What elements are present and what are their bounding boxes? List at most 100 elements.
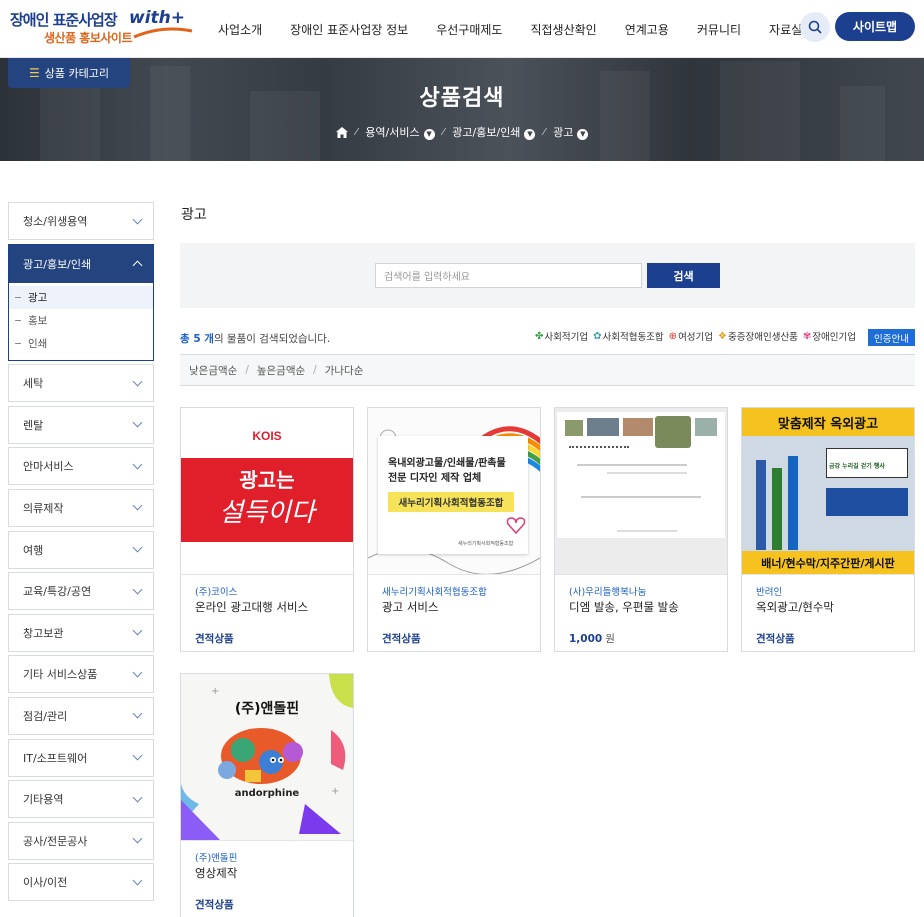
product-card[interactable]: (사)우리들행복나눔 디엠 발송, 우편물 발송 1,000 원 [554, 407, 728, 652]
sidebar-subitem[interactable]: 홍보 [9, 309, 153, 332]
sidebar-subitem[interactable]: 인쇄 [9, 332, 153, 355]
product-card[interactable]: + + (주)앤돌핀 andorphine (주)앤돌핀 영상제작 견적상품 [180, 673, 354, 917]
sort-option[interactable]: 낮은금액순 [189, 363, 237, 378]
logo-subtitle: 생산품 홍보사이트 [44, 31, 133, 45]
thumb-brand: KOIS [252, 429, 282, 443]
sidebar-item[interactable]: 교육/특강/공연 [8, 572, 154, 611]
sidebar-item-label: 청소/위생용역 [23, 215, 88, 228]
sidebar-item[interactable]: 기타용역 [8, 780, 154, 819]
sidebar-item-label: 창고보관 [23, 626, 64, 640]
product-company: 반려인 [756, 587, 783, 598]
product-price: 견적상품 [195, 631, 237, 646]
category-menu-label: 상품 카테고리 [44, 67, 109, 80]
thumb-pole [756, 460, 766, 550]
sidebar-item[interactable]: 청소/위생용역 [8, 202, 154, 240]
sidebar-subitem-label: 인쇄 [28, 337, 48, 350]
nav-item[interactable]: 사업소개 [204, 21, 276, 38]
nav-item[interactable]: 연계고용 [611, 21, 683, 38]
nav-item[interactable]: 장애인 표준사업장 정보 [276, 21, 422, 38]
sidebar-item[interactable]: 여행 [8, 530, 154, 569]
nav-item[interactable]: 우선구매제도 [422, 21, 516, 38]
chevron-down-icon [132, 417, 143, 428]
thumb-bottom-banner: 배너/현수막/지주간판/게시판 [742, 551, 914, 574]
sidebar-item-label: 의류제작 [23, 501, 64, 515]
product-thumbnail: 맞춤제작 옥외광고 금강 누리길 걷기 행사 배너/현수막/지주간판/게시판 [742, 408, 914, 575]
product-name: 온라인 광고대행 서비스 [195, 600, 309, 614]
chevron-down-icon [132, 214, 143, 224]
chevron-down-icon [132, 750, 143, 761]
sidebar-item[interactable]: 안마서비스 [8, 447, 154, 486]
site-logo[interactable]: 장애인 표준사업장 with+ 생산품 홍보사이트 [8, 8, 198, 49]
logo-brand: with+ [129, 8, 186, 28]
sidebar-item[interactable]: 창고보관 [8, 613, 154, 652]
category-menu-button[interactable]: ☰ 상품 카테고리 [8, 58, 130, 88]
sidebar-item-label: 안마서비스 [23, 460, 74, 474]
thumb-card: 옥내외광고물/인쇄물/판촉물 전문 디자인 제작 업체 새누리기획사회적협동조합… [378, 436, 528, 554]
sidebar-item-label: 교육/특강/공연 [23, 585, 92, 599]
home-icon[interactable] [335, 126, 348, 138]
sort-option[interactable]: 높은금액순 [257, 363, 305, 378]
thumb-slogan-1: 광고는 [239, 468, 295, 492]
thumb-photo [655, 416, 691, 448]
breadcrumb-separator: ⁄ [355, 126, 358, 138]
product-name: 광고 서비스 [382, 600, 439, 614]
certification-info-button[interactable]: 인증안내 [868, 329, 915, 346]
dash-icon [15, 319, 21, 321]
thumb-line1: 옥내외광고물/인쇄물/판촉물 [388, 458, 506, 469]
legend-label: 사회적기업 [544, 332, 589, 343]
sidebar-item[interactable]: 공사/전문공사 [8, 821, 154, 860]
thumb-slogan-2: 설득이다 [219, 498, 315, 528]
sort-option[interactable]: 가나다순 [325, 363, 364, 378]
chevron-down-icon [132, 708, 143, 719]
sidebar-submenu: 광고 홍보 인쇄 [9, 283, 153, 360]
thumb-line2: 전문 디자인 제작 업체 [388, 473, 482, 484]
nav-item[interactable]: 커뮤니티 [683, 21, 755, 38]
sidebar-item[interactable]: IT/소프트웨어 [8, 738, 154, 777]
product-name: 영상제작 [195, 866, 238, 880]
thumb-photo [565, 420, 583, 436]
sidebar-item-label: 기타용역 [23, 793, 64, 807]
breadcrumb-item[interactable]: 광고 ▼ [553, 124, 589, 140]
sidebar-item[interactable]: 의류제작 [8, 488, 154, 527]
site-header: 장애인 표준사업장 with+ 생산품 홍보사이트 사업소개 장애인 표준사업장… [0, 0, 924, 58]
chevron-down-icon [132, 501, 143, 511]
sidebar-item-label: 세탁 [23, 377, 44, 391]
search-input[interactable]: 검색어를 입력하세요 [375, 263, 642, 288]
sitemap-button[interactable]: 사이트맵 [835, 12, 915, 41]
sidebar-item[interactable]: 이사/이전 [8, 863, 154, 902]
chevron-down-icon [132, 542, 143, 553]
chevron-down-icon [132, 459, 143, 470]
product-thumbnail [555, 408, 727, 575]
thumb-small: 새누리기획사회적협동조합 [458, 541, 514, 547]
product-card[interactable]: 옥내외광고물/인쇄물/판촉물 전문 디자인 제작 업체 새누리기획사회적협동조합… [367, 407, 541, 652]
logo-title: 장애인 표준사업장 [10, 11, 118, 29]
thumb-line3: 새누리기획사회적협동조합 [388, 492, 514, 512]
product-card[interactable]: 맞춤제작 옥외광고 금강 누리길 걷기 행사 배너/현수막/지주간판/게시판 반… [741, 407, 915, 652]
sidebar-item-label: IT/소프트웨어 [23, 751, 88, 765]
menu-icon: ☰ [29, 66, 40, 80]
sidebar-item-label: 여행 [23, 543, 44, 557]
sidebar-item[interactable]: 세탁 [8, 364, 154, 403]
sidebar-item[interactable]: 렌탈 [8, 405, 154, 444]
sidebar-subitem-selected[interactable]: 광고 [9, 285, 153, 309]
legend-severe-disability: ❖ 중증장애인생산품 [718, 329, 798, 344]
thumb-pole [788, 456, 798, 550]
nav-item[interactable]: 직접생산확인 [516, 21, 610, 38]
price-value: 견적상품 [756, 633, 795, 645]
sidebar-active-header[interactable]: 광고/홍보/인쇄 [9, 244, 153, 283]
header-search-button[interactable] [800, 12, 830, 42]
product-company: (사)우리들행복나눔 [569, 587, 647, 598]
product-card[interactable]: KOIS 광고는 설득이다 (주)코이스 온라인 광고대행 서비스 견적상품 [180, 407, 354, 652]
thumb-sign-text: 금강 누리길 걷기 행사 [829, 463, 885, 470]
sidebar-item[interactable]: 점검/관리 [8, 696, 154, 735]
result-summary: 총 5 개의 물품이 검색되었습니다. [180, 331, 330, 346]
thumb-text-line [617, 530, 677, 532]
chevron-down-icon [132, 667, 143, 678]
sidebar-item[interactable]: 기타 서비스상품 [8, 655, 154, 694]
search-submit-button[interactable]: 검색 [647, 263, 720, 288]
heart-icon [506, 517, 526, 534]
thumb-letter [557, 412, 725, 538]
breadcrumb-item[interactable]: 용역/서비스 ▼ [365, 124, 435, 140]
legend-disabled-enterprise: ✾ 장애인기업 [803, 329, 856, 344]
breadcrumb-item[interactable]: 광고/홍보/인쇄 ▼ [452, 124, 536, 140]
